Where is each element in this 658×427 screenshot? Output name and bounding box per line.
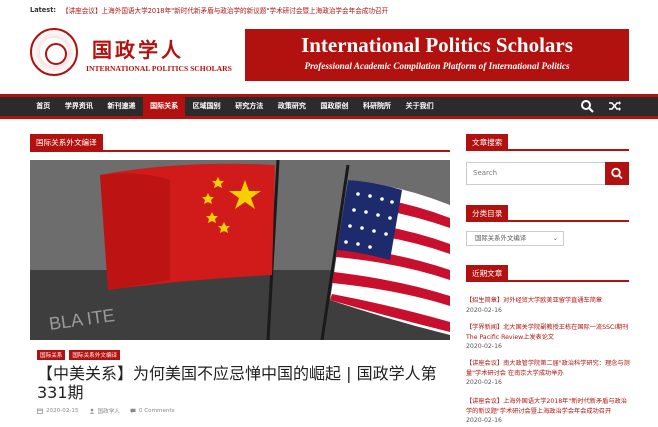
- recent-post-date: 2020-02-16: [466, 379, 502, 386]
- nav-item-research-methods[interactable]: 研究方法: [228, 97, 271, 116]
- banner-title: International Politics Scholars: [301, 33, 573, 57]
- recent-post-date: 2020-02-16: [466, 417, 502, 424]
- sidebar-categories-header: 分类目录: [466, 205, 629, 222]
- flags-illustration: BLA ITE: [30, 160, 450, 340]
- nav-item-academic-news[interactable]: 学界资讯: [58, 97, 101, 116]
- post-date[interactable]: 2020-02-15: [37, 407, 79, 415]
- recent-post-tag: 【讲座会议】: [466, 398, 504, 405]
- recent-post-text: 对外经贸大学欧美亚留学直通车简章: [503, 297, 603, 304]
- post-tags: 国际关系 国际关系外文编译: [37, 350, 121, 360]
- search-icon: [611, 167, 623, 180]
- featured-image[interactable]: BLA ITE: [30, 160, 450, 340]
- chevron-down-icon: ⌄: [552, 234, 558, 242]
- nav-item-home[interactable]: 首页: [29, 97, 58, 116]
- nav-item-institutes[interactable]: 科研院所: [356, 97, 399, 116]
- ticker-headline-link[interactable]: 【讲座会议】上海外国语大学2018年"新时代新矛盾与政治学的新议题"学术研讨会暨…: [62, 5, 388, 15]
- post-author[interactable]: 国政学人: [89, 407, 120, 415]
- ticker-label: Latest:: [30, 5, 56, 14]
- post-title-link[interactable]: 【中美关系】为何美国不应忌惮中国的崛起 | 国政学人第331期: [37, 364, 447, 402]
- post-meta: 2020-02-15 国政学人 0 Comments: [37, 407, 175, 415]
- category-dropdown-value: 国际关系外文编译: [475, 234, 527, 242]
- nav-item-new-journals[interactable]: 新刊速递: [100, 97, 143, 116]
- sidebar-search-input[interactable]: Search: [466, 162, 606, 185]
- sidebar-search-heading: 文章搜索: [466, 134, 509, 151]
- recent-post-tag: 【学界新闻】: [466, 324, 504, 331]
- tag-international-relations[interactable]: 国际关系: [37, 350, 66, 360]
- post-date-text: 2020-02-15: [46, 408, 79, 414]
- logo-seal-icon: [30, 28, 78, 76]
- post-comments[interactable]: 0 Comments: [130, 407, 175, 415]
- logo-chinese-name: 国政学人: [92, 38, 184, 62]
- site-logo[interactable]: 国政学人 INTERNATIONAL POLITICS SCHOLARS: [30, 28, 232, 80]
- recent-post-date: 2020-02-16: [466, 343, 502, 350]
- recent-post-item[interactable]: 【招生简章】对外经贸大学欧美亚留学直通车简章 2020-02-16: [466, 296, 631, 315]
- latest-ticker: Latest: 【讲座会议】上海外国语大学2018年"新时代新矛盾与政治学的新议…: [0, 0, 658, 19]
- nav-item-international-relations[interactable]: 国际关系: [142, 97, 186, 116]
- post-author-text: 国政学人: [97, 409, 120, 415]
- category-title: 国际关系外文编译: [30, 134, 103, 152]
- comment-icon: [130, 408, 136, 414]
- main-nav: 首页 学界资讯 新刊速递 国际关系 区域国别 研究方法 政策研究 国政原创 科研…: [0, 94, 658, 119]
- recent-post-date: 2020-02-16: [466, 306, 502, 314]
- post-comments-text: 0 Comments: [138, 408, 175, 414]
- category-header: 国际关系外文编译: [30, 134, 450, 152]
- recent-post-item[interactable]: 【讲座会议】上海外国语大学2018年"新时代新矛盾与政治学的新议题"学术研讨会暨…: [466, 397, 631, 426]
- calendar-icon: [37, 408, 43, 414]
- sidebar-search-header: 文章搜索: [466, 134, 629, 151]
- sidebar-recent-heading: 近期文章: [466, 265, 509, 282]
- nav-item-policy-research[interactable]: 政策研究: [271, 97, 314, 116]
- recent-post-item[interactable]: 【讲座会议】南大政管学院第二届"政治科学研究：理念与测量"学术研讨会 在南京大学…: [466, 359, 631, 388]
- recent-post-tag: 【招生简章】: [466, 297, 504, 304]
- sidebar-recent-header: 近期文章: [466, 265, 629, 282]
- user-icon: [89, 408, 94, 414]
- tag-ir-translation[interactable]: 国际关系外文编译: [69, 350, 121, 360]
- nav-item-about[interactable]: 关于我们: [398, 97, 441, 116]
- recent-post-item[interactable]: 【学界新闻】北大国关学院副教授王栋在国际一流SSCI期刊The Pacific …: [466, 323, 631, 352]
- logo-english-name: INTERNATIONAL POLITICS SCHOLARS: [86, 64, 232, 73]
- nav-item-originals[interactable]: 国政原创: [313, 97, 356, 116]
- recent-post-tag: 【讲座会议】: [466, 360, 504, 367]
- category-dropdown[interactable]: 国际关系外文编译 ⌄: [466, 231, 564, 246]
- banner-subtitle: Professional Academic Compilation Platfo…: [304, 61, 570, 71]
- sidebar-categories-heading: 分类目录: [466, 205, 509, 222]
- nav-item-regional-studies[interactable]: 区域国别: [185, 97, 228, 116]
- search-icon[interactable]: [580, 99, 594, 113]
- shuffle-icon[interactable]: [608, 99, 622, 113]
- header-banner: International Politics Scholars Professi…: [245, 29, 629, 81]
- sidebar-search-button[interactable]: [605, 162, 629, 185]
